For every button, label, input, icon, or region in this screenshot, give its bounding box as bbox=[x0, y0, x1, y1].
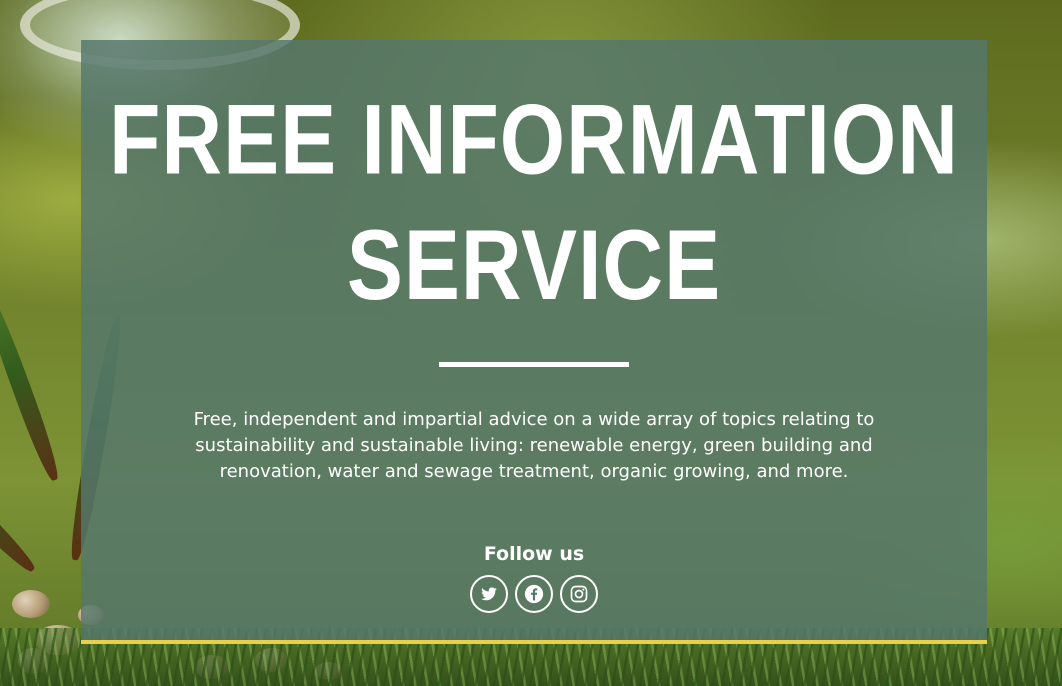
pebble bbox=[12, 590, 50, 618]
aloe-leaf bbox=[0, 279, 64, 484]
twitter-button[interactable] bbox=[470, 575, 508, 613]
instagram-button[interactable] bbox=[560, 575, 598, 613]
hero-title-line-2: SERVICE bbox=[346, 209, 722, 320]
accent-bar bbox=[81, 640, 987, 644]
social-links bbox=[81, 575, 987, 613]
pebble bbox=[195, 655, 229, 679]
facebook-button[interactable] bbox=[515, 575, 553, 613]
follow-us-label: Follow us bbox=[483, 543, 585, 565]
instagram-icon bbox=[569, 584, 589, 604]
hero-title: FREE INFORMATION SERVICE bbox=[81, 77, 987, 327]
facebook-icon bbox=[523, 583, 545, 605]
pebble bbox=[315, 662, 343, 680]
pebble bbox=[35, 625, 81, 655]
pebble bbox=[18, 648, 48, 674]
title-divider bbox=[439, 362, 629, 367]
hero-overlay-panel: FREE INFORMATION SERVICE Free, independe… bbox=[81, 40, 987, 640]
twitter-icon bbox=[479, 585, 499, 603]
hero-title-line-1: FREE INFORMATION bbox=[109, 84, 959, 195]
pebble bbox=[255, 648, 287, 672]
hero-description: Free, independent and impartial advice o… bbox=[193, 409, 875, 482]
